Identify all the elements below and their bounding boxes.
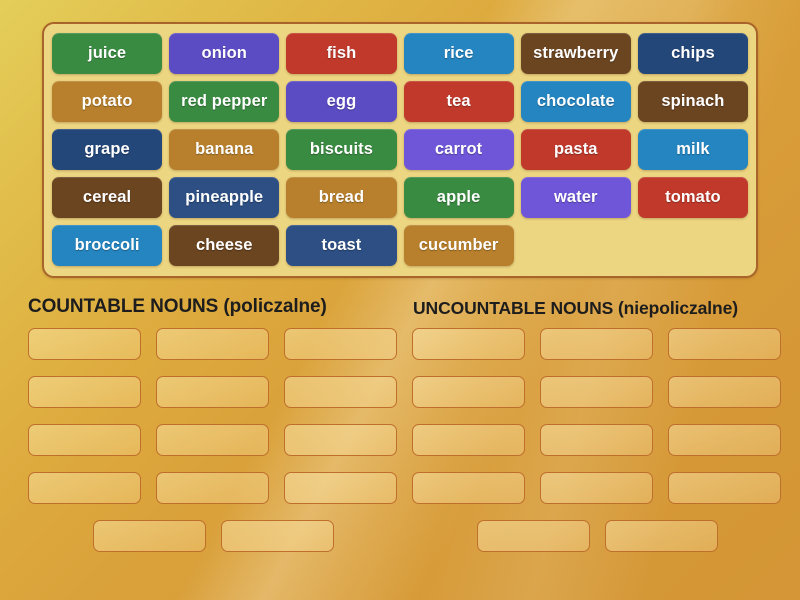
drop-slot-uncountable-3-2[interactable] xyxy=(540,424,653,456)
word-tile-cucumber[interactable]: cucumber xyxy=(403,225,514,266)
drop-slot-uncountable-4-3[interactable] xyxy=(668,472,781,504)
drop-slot-uncountable-1-2[interactable] xyxy=(540,328,653,360)
word-bank-panel: juice onion fish rice strawberry chips potato r… xyxy=(42,22,758,278)
drop-slot-uncountable-2-1[interactable] xyxy=(412,376,525,408)
dropzone-countable-nouns[interactable] xyxy=(28,328,398,552)
drop-slot-uncountable-3-3[interactable] xyxy=(668,424,781,456)
slot-row xyxy=(28,376,398,408)
word-bank-spacer xyxy=(521,225,631,266)
word-tile-potato[interactable]: potato xyxy=(52,81,163,122)
word-tile-biscuits[interactable]: biscuits xyxy=(286,129,397,170)
drop-slot-uncountable-2-2[interactable] xyxy=(540,376,653,408)
word-tile-chocolate[interactable]: chocolate xyxy=(520,81,631,122)
word-tile-broccoli[interactable]: broccoli xyxy=(52,225,163,266)
drop-slot-uncountable-5-2[interactable] xyxy=(604,520,718,552)
word-tile-pineapple[interactable]: pineapple xyxy=(169,177,280,218)
drop-slot-countable-1-2[interactable] xyxy=(156,328,269,360)
word-tile-cereal[interactable]: cereal xyxy=(52,177,163,218)
word-bank-row: broccoli cheese toast cucumber xyxy=(52,225,748,266)
word-tile-cheese[interactable]: cheese xyxy=(169,225,280,266)
slot-row xyxy=(412,376,782,408)
drop-slot-uncountable-2-3[interactable] xyxy=(668,376,781,408)
word-tile-banana[interactable]: banana xyxy=(169,129,280,170)
drop-slot-countable-4-3[interactable] xyxy=(284,472,397,504)
word-tile-egg[interactable]: egg xyxy=(286,81,397,122)
drop-slot-countable-4-1[interactable] xyxy=(28,472,141,504)
slot-row xyxy=(412,520,782,552)
drop-slot-uncountable-4-1[interactable] xyxy=(412,472,525,504)
drop-slot-uncountable-1-1[interactable] xyxy=(412,328,525,360)
slot-row xyxy=(28,424,398,456)
word-tile-juice[interactable]: juice xyxy=(52,33,163,74)
word-tile-grape[interactable]: grape xyxy=(52,129,163,170)
slot-row xyxy=(412,472,782,504)
drop-slot-uncountable-5-1[interactable] xyxy=(476,520,590,552)
drop-slot-countable-3-3[interactable] xyxy=(284,424,397,456)
drop-slot-countable-1-1[interactable] xyxy=(28,328,141,360)
drop-slot-uncountable-4-2[interactable] xyxy=(540,472,653,504)
word-bank-spacer xyxy=(638,225,748,266)
word-tile-spinach[interactable]: spinach xyxy=(637,81,749,122)
word-bank-row: grape banana biscuits carrot pasta milk xyxy=(52,129,749,170)
slot-row xyxy=(28,328,398,360)
word-bank-row: potato red pepper egg tea chocolate spinach xyxy=(52,81,749,122)
slot-row xyxy=(28,472,398,504)
drop-slot-countable-5-2[interactable] xyxy=(220,520,334,552)
word-tile-strawberry[interactable]: strawberry xyxy=(520,33,631,74)
slot-row xyxy=(412,328,782,360)
drop-slot-countable-2-2[interactable] xyxy=(156,376,269,408)
word-tile-tea[interactable]: tea xyxy=(403,81,514,122)
word-tile-water[interactable]: water xyxy=(520,177,631,218)
slot-row xyxy=(412,424,782,456)
drop-slot-countable-3-2[interactable] xyxy=(156,424,269,456)
word-tile-red-pepper[interactable]: red pepper xyxy=(169,81,280,122)
drop-slot-countable-2-3[interactable] xyxy=(284,376,397,408)
word-bank-row: cereal pineapple bread apple water tomato xyxy=(52,177,749,218)
word-tile-bread[interactable]: bread xyxy=(286,177,397,218)
word-tile-tomato[interactable]: tomato xyxy=(637,177,749,218)
word-tile-rice[interactable]: rice xyxy=(403,33,514,74)
word-tile-fish[interactable]: fish xyxy=(286,33,397,74)
slot-row xyxy=(28,520,398,552)
drop-slot-uncountable-3-1[interactable] xyxy=(412,424,525,456)
drop-slot-countable-3-1[interactable] xyxy=(28,424,141,456)
drop-slot-countable-5-1[interactable] xyxy=(92,520,206,552)
word-bank-row: juice onion fish rice strawberry chips xyxy=(52,33,749,74)
heading-countable-nouns: COUNTABLE NOUNS (policzalne) xyxy=(28,296,327,317)
word-tile-toast[interactable]: toast xyxy=(286,225,397,266)
drop-slot-countable-2-1[interactable] xyxy=(28,376,141,408)
word-tile-apple[interactable]: apple xyxy=(403,177,514,218)
drop-slot-countable-1-3[interactable] xyxy=(284,328,397,360)
word-tile-onion[interactable]: onion xyxy=(169,33,280,74)
heading-uncountable-nouns: UNCOUNTABLE NOUNS (niepoliczalne) xyxy=(413,298,738,318)
dropzone-uncountable-nouns[interactable] xyxy=(412,328,782,552)
drop-slot-countable-4-2[interactable] xyxy=(156,472,269,504)
drop-slot-uncountable-1-3[interactable] xyxy=(668,328,781,360)
word-tile-milk[interactable]: milk xyxy=(637,129,749,170)
word-tile-carrot[interactable]: carrot xyxy=(403,129,514,170)
word-tile-chips[interactable]: chips xyxy=(637,33,749,74)
word-tile-pasta[interactable]: pasta xyxy=(520,129,631,170)
